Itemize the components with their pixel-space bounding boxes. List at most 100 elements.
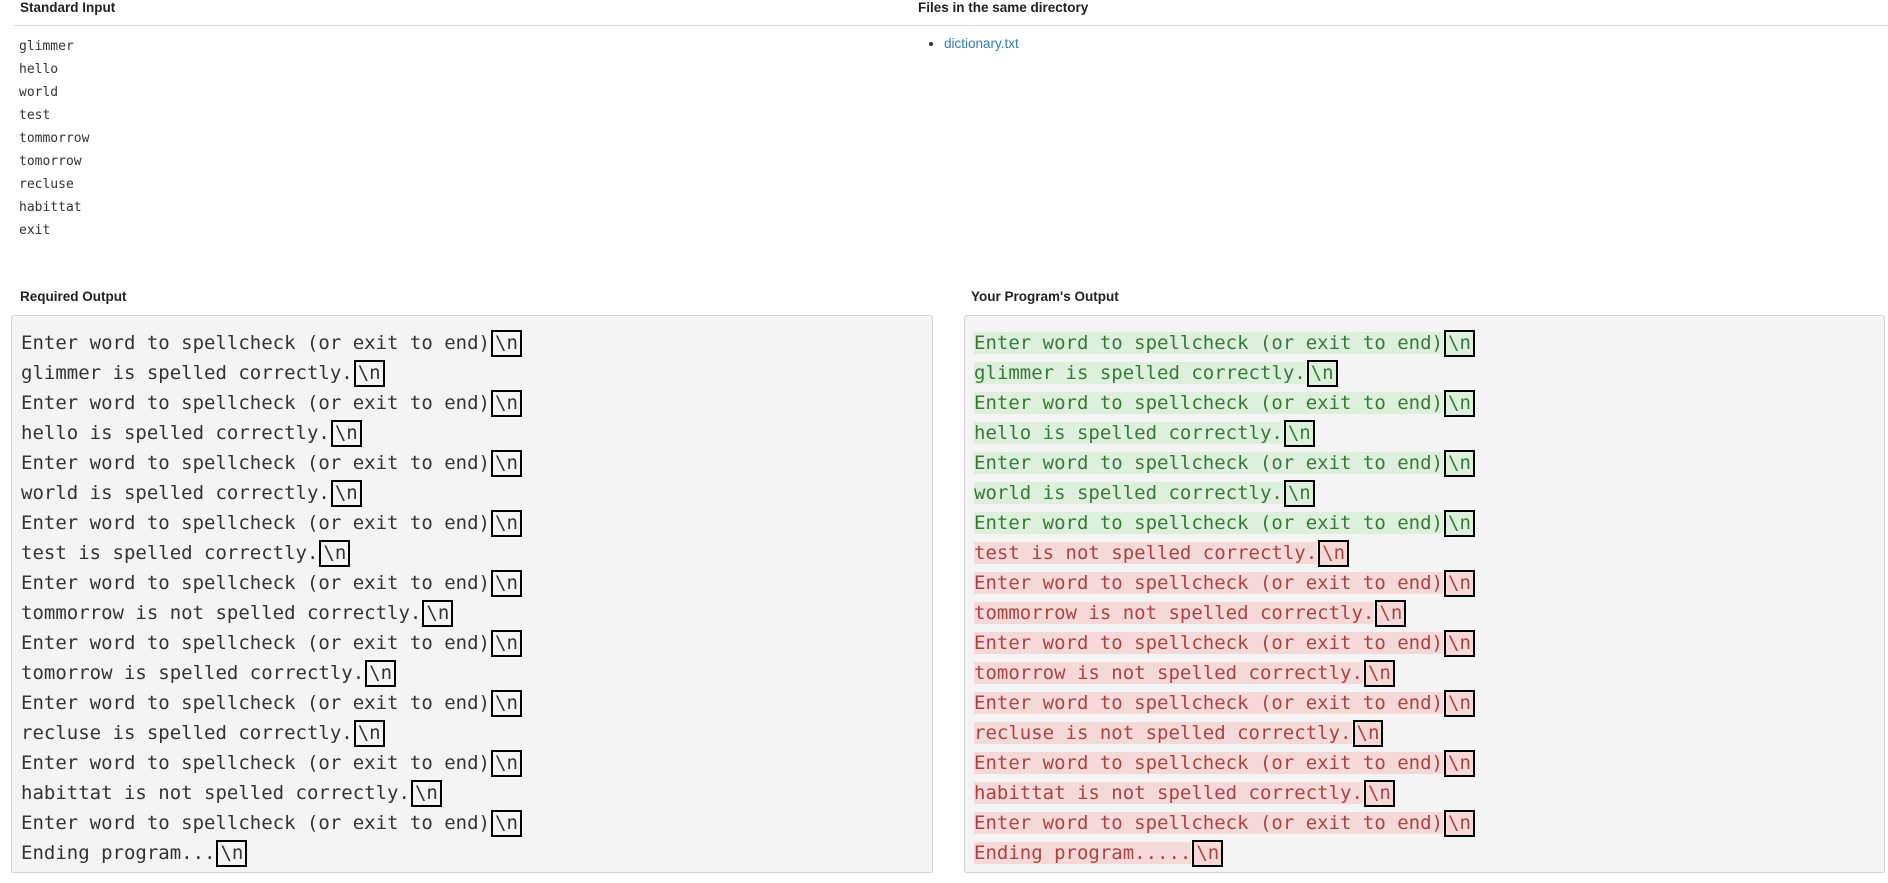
output-line-text: Enter word to spellcheck (or exit to end…: [21, 752, 490, 774]
newline-marker: \n: [1192, 840, 1224, 867]
newline-marker: \n: [1283, 480, 1315, 507]
newline-marker: \n: [1318, 540, 1350, 567]
file-link[interactable]: dictionary.txt: [944, 36, 1019, 51]
newline-marker: \n: [491, 510, 522, 537]
output-line-text: Ending program.....: [974, 842, 1192, 864]
output-line-text: tommorrow is not spelled correctly.: [974, 602, 1375, 624]
newline-marker: \n: [1283, 420, 1315, 447]
output-line-text: recluse is spelled correctly.: [21, 722, 353, 744]
newline-marker: \n: [353, 360, 385, 387]
newline-marker: \n: [491, 690, 522, 717]
newline-marker: \n: [422, 600, 454, 627]
newline-marker: \n: [216, 840, 248, 867]
newline-marker: \n: [1363, 780, 1395, 807]
output-line-match: Enter word to spellcheck (or exit to end…: [974, 508, 1875, 538]
newline-marker: \n: [1444, 390, 1475, 417]
output-line-text: habittat is not spelled correctly.: [974, 782, 1363, 804]
file-item: dictionary.txt: [944, 34, 1019, 54]
newline-marker: \n: [353, 720, 385, 747]
output-line: Enter word to spellcheck (or exit to end…: [21, 688, 923, 718]
output-line-text: Enter word to spellcheck (or exit to end…: [21, 692, 490, 714]
newline-marker: \n: [1363, 660, 1395, 687]
newline-marker: \n: [319, 540, 351, 567]
output-line-text: hello is spelled correctly.: [974, 422, 1283, 444]
newline-marker: \n: [1444, 570, 1475, 597]
output-line-text: Enter word to spellcheck (or exit to end…: [21, 392, 490, 414]
output-line-text: glimmer is spelled correctly.: [21, 362, 353, 384]
newline-marker: \n: [491, 810, 522, 837]
output-line-match: Enter word to spellcheck (or exit to end…: [974, 328, 1875, 358]
output-line-match: glimmer is spelled correctly. \n: [974, 358, 1875, 388]
input-line: hello: [19, 62, 59, 77]
output-line-mismatch: Ending program..... \n: [974, 838, 1875, 868]
files-directory-title: Files in the same directory: [918, 0, 1089, 15]
header-divider: [14, 25, 1888, 26]
output-line-text: Enter word to spellcheck (or exit to end…: [21, 812, 490, 834]
input-line: world: [19, 85, 59, 100]
output-line-text: Enter word to spellcheck (or exit to end…: [21, 632, 490, 654]
output-line-text: Enter word to spellcheck (or exit to end…: [974, 452, 1443, 474]
output-line-match: Enter word to spellcheck (or exit to end…: [974, 388, 1875, 418]
output-line: world is spelled correctly. \n: [21, 478, 923, 508]
output-line-mismatch: tomorrow is not spelled correctly. \n: [974, 658, 1875, 688]
output-line-text: tomorrow is spelled correctly.: [21, 662, 365, 684]
output-line: habittat is not spelled correctly. \n: [21, 778, 923, 808]
output-line-mismatch: tommorrow is not spelled correctly. \n: [974, 598, 1875, 628]
input-line: recluse: [19, 177, 74, 192]
output-line: tommorrow is not spelled correctly. \n: [21, 598, 923, 628]
output-line-text: Enter word to spellcheck (or exit to end…: [974, 392, 1443, 414]
output-line: Enter word to spellcheck (or exit to end…: [21, 328, 923, 358]
output-line-text: Enter word to spellcheck (or exit to end…: [974, 332, 1443, 354]
newline-marker: \n: [1444, 450, 1475, 477]
output-line-text: world is spelled correctly.: [974, 482, 1283, 504]
output-line-text: test is not spelled correctly.: [974, 542, 1318, 564]
newline-marker: \n: [491, 330, 522, 357]
input-line: tomorrow: [19, 154, 82, 169]
output-line-text: world is spelled correctly.: [21, 482, 330, 504]
output-line-mismatch: Enter word to spellcheck (or exit to end…: [974, 568, 1875, 598]
standard-input-title: Standard Input: [20, 0, 116, 15]
newline-marker: \n: [1444, 810, 1475, 837]
required-output-title: Required Output: [20, 289, 127, 304]
output-line-text: Enter word to spellcheck (or exit to end…: [974, 812, 1443, 834]
newline-marker: \n: [1352, 720, 1384, 747]
output-line-mismatch: Enter word to spellcheck (or exit to end…: [974, 688, 1875, 718]
your-output-title: Your Program's Output: [971, 289, 1119, 304]
output-line-text: tommorrow is not spelled correctly.: [21, 602, 422, 624]
output-line: Enter word to spellcheck (or exit to end…: [21, 628, 923, 658]
output-line: Enter word to spellcheck (or exit to end…: [21, 748, 923, 778]
output-line-mismatch: Enter word to spellcheck (or exit to end…: [974, 808, 1875, 838]
output-line-text: tomorrow is not spelled correctly.: [974, 662, 1363, 684]
newline-marker: \n: [1444, 510, 1475, 537]
output-line: Enter word to spellcheck (or exit to end…: [21, 448, 923, 478]
output-line-text: Enter word to spellcheck (or exit to end…: [21, 572, 490, 594]
output-line-mismatch: Enter word to spellcheck (or exit to end…: [974, 628, 1875, 658]
output-line: glimmer is spelled correctly. \n: [21, 358, 923, 388]
output-line-match: hello is spelled correctly. \n: [974, 418, 1875, 448]
newline-marker: \n: [365, 660, 397, 687]
newline-marker: \n: [330, 480, 362, 507]
newline-marker: \n: [491, 750, 522, 777]
output-line: test is spelled correctly. \n: [21, 538, 923, 568]
newline-marker: \n: [1444, 750, 1475, 777]
output-line-text: test is spelled correctly.: [21, 542, 319, 564]
input-line: tommorrow: [19, 131, 90, 146]
newline-marker: \n: [491, 630, 522, 657]
output-line: Enter word to spellcheck (or exit to end…: [21, 508, 923, 538]
newline-marker: \n: [491, 570, 522, 597]
newline-marker: \n: [1375, 600, 1407, 627]
output-line-match: Enter word to spellcheck (or exit to end…: [974, 448, 1875, 478]
output-line-mismatch: habittat is not spelled correctly. \n: [974, 778, 1875, 808]
output-line-text: Enter word to spellcheck (or exit to end…: [21, 332, 490, 354]
output-line: tomorrow is spelled correctly. \n: [21, 658, 923, 688]
output-line-text: glimmer is spelled correctly.: [974, 362, 1306, 384]
newline-marker: \n: [491, 390, 522, 417]
input-line: test: [19, 108, 51, 123]
newline-marker: \n: [1306, 360, 1338, 387]
newline-marker: \n: [1444, 630, 1475, 657]
output-line-mismatch: Enter word to spellcheck (or exit to end…: [974, 748, 1875, 778]
input-line: habittat: [19, 200, 82, 215]
output-line-match: world is spelled correctly. \n: [974, 478, 1875, 508]
output-line-text: Enter word to spellcheck (or exit to end…: [974, 752, 1443, 774]
newline-marker: \n: [1444, 330, 1475, 357]
